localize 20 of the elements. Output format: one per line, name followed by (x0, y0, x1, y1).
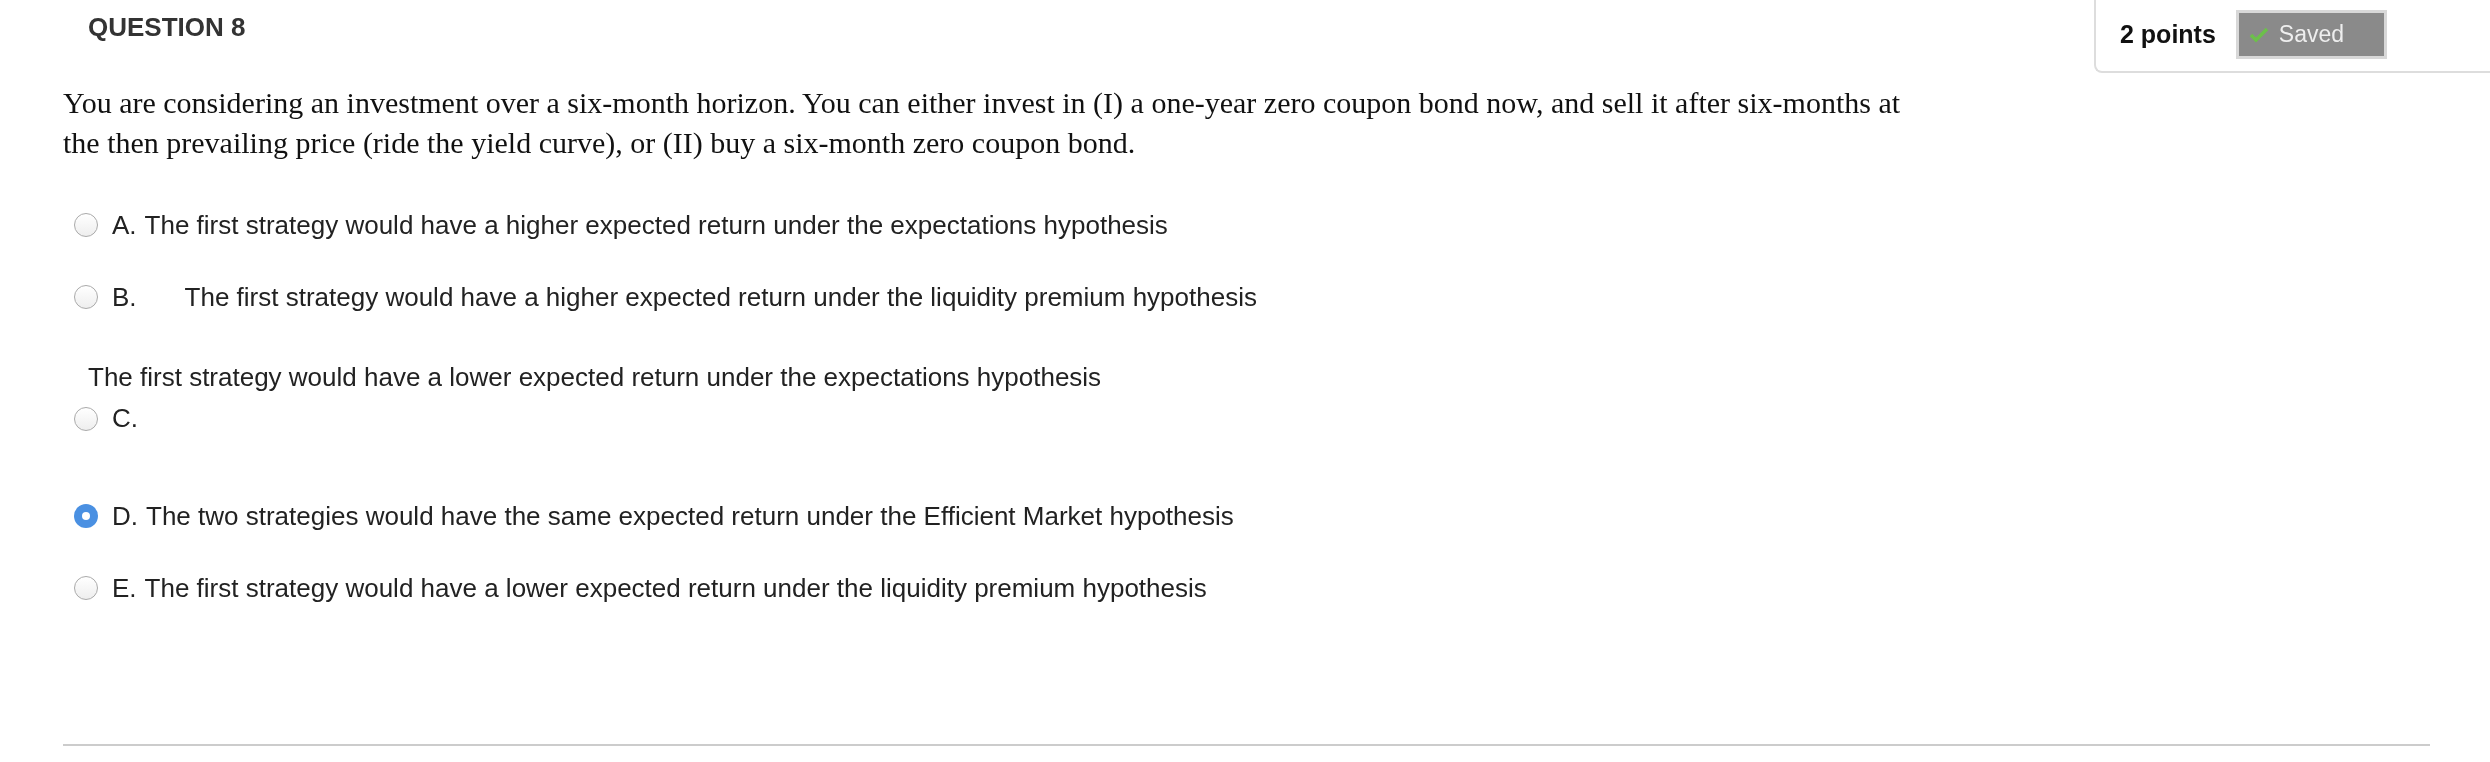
radio-button[interactable] (74, 285, 98, 309)
option-letter: C. (112, 403, 138, 434)
radio-button[interactable] (74, 576, 98, 600)
saved-status: Saved (2235, 10, 2388, 59)
option-letter: B. (112, 281, 137, 313)
question-title: QUESTION 8 (88, 12, 246, 43)
question-text: You are considering an investment over a six-month horizon. You can either invest in (I) a one-year zero coupon bond now, and sell it after six-months at the then prevailing price (ride the yield curve), or (II) buy a six-month zero coupon bond. (63, 85, 1902, 161)
option-letter: E. (112, 572, 137, 604)
radio-button[interactable] (74, 504, 98, 528)
radio-button[interactable] (74, 213, 98, 237)
option-text: The first strategy would have a lower expected return under the expectations hypothesis (88, 361, 1102, 394)
option-text: The first strategy would have a higher expected return under the liquidity premium hypothesis (184, 281, 1258, 314)
option-text: The two strategies would have the same expected return under the Efficient Market hypothesis (146, 500, 1234, 533)
points-label: 2 points (2120, 20, 2216, 49)
option-text: The first strategy would have a higher expected return under the expectations hypothesis (144, 209, 1168, 242)
option-letter: D. (112, 500, 138, 532)
radio-button[interactable] (74, 406, 98, 431)
option-letter: A. (112, 209, 137, 241)
option-text: The first strategy would have a lower expected return under the liquidity premium hypothesis (144, 572, 1207, 605)
check-icon (2248, 26, 2269, 43)
